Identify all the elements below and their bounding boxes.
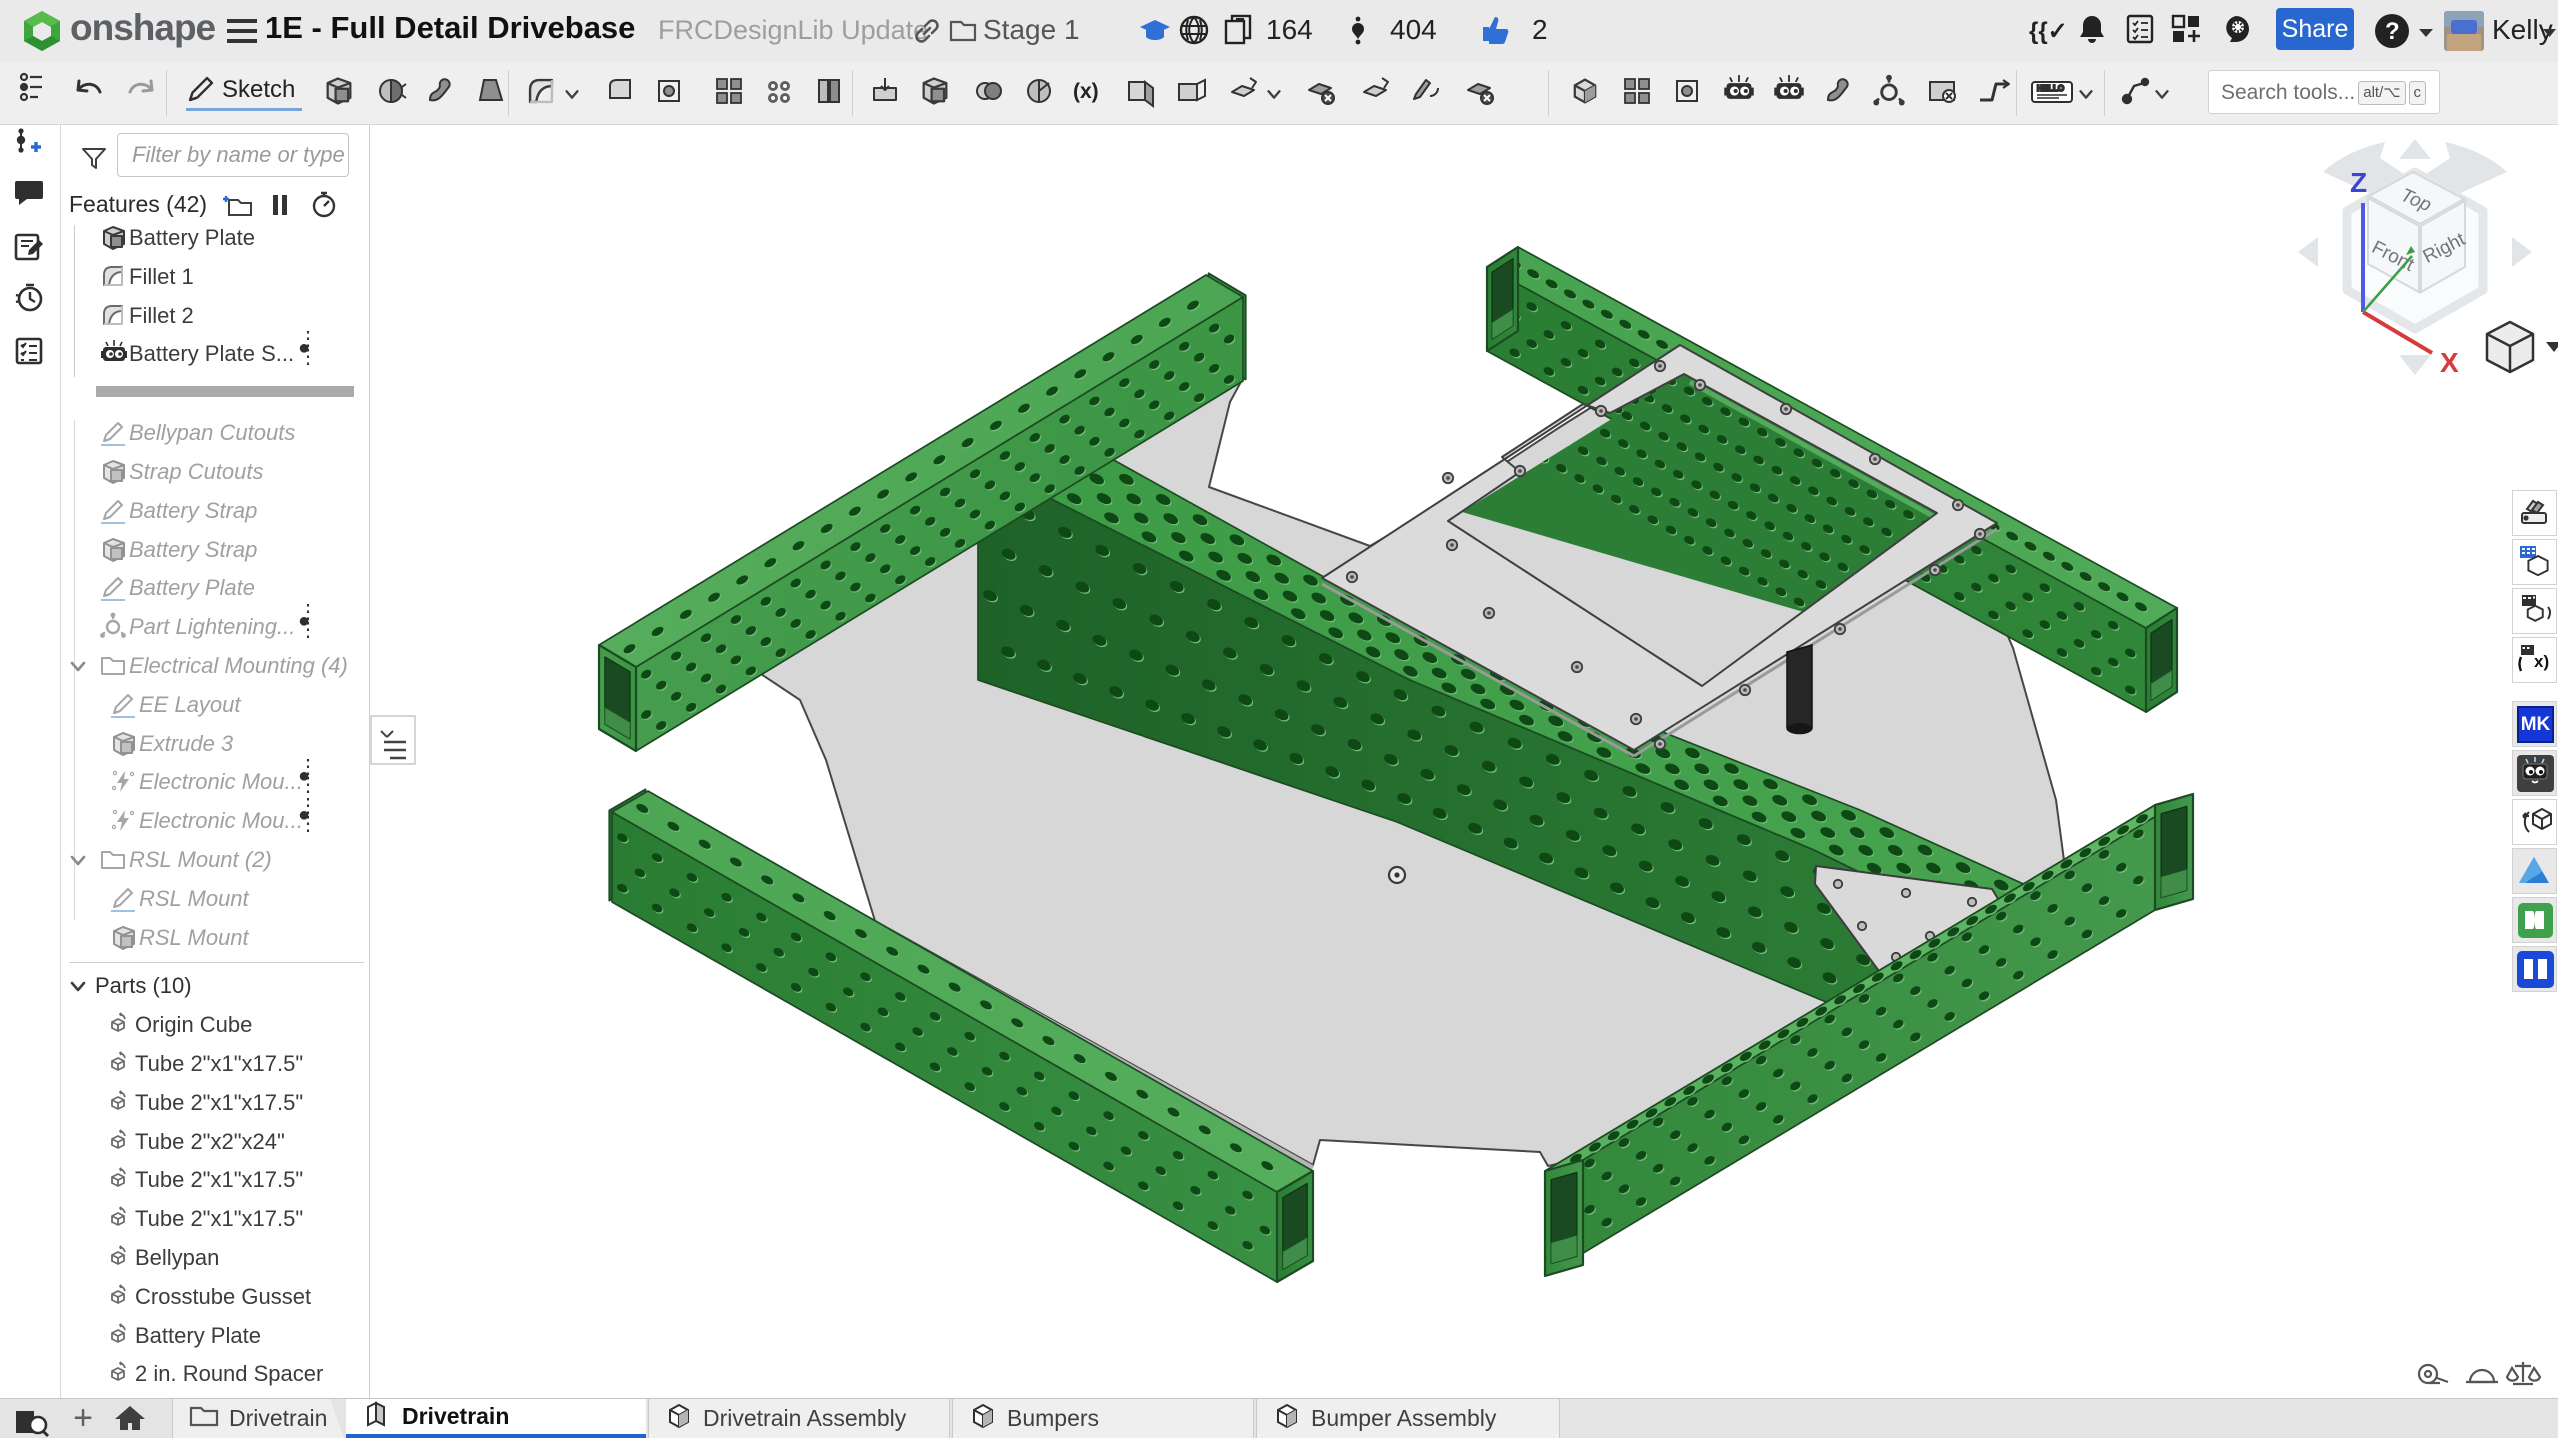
svg-text:X: X: [2440, 347, 2459, 378]
svg-text:{{✓}}: {{✓}}: [2029, 18, 2064, 45]
svg-text:Z: Z: [2350, 167, 2367, 198]
svg-text:(x): (x): [1073, 80, 1099, 103]
svg-text:?: ?: [2385, 18, 2400, 45]
svg-text:HELLO: HELLO: [2037, 84, 2064, 93]
svg-text:x): x): [2534, 652, 2549, 671]
